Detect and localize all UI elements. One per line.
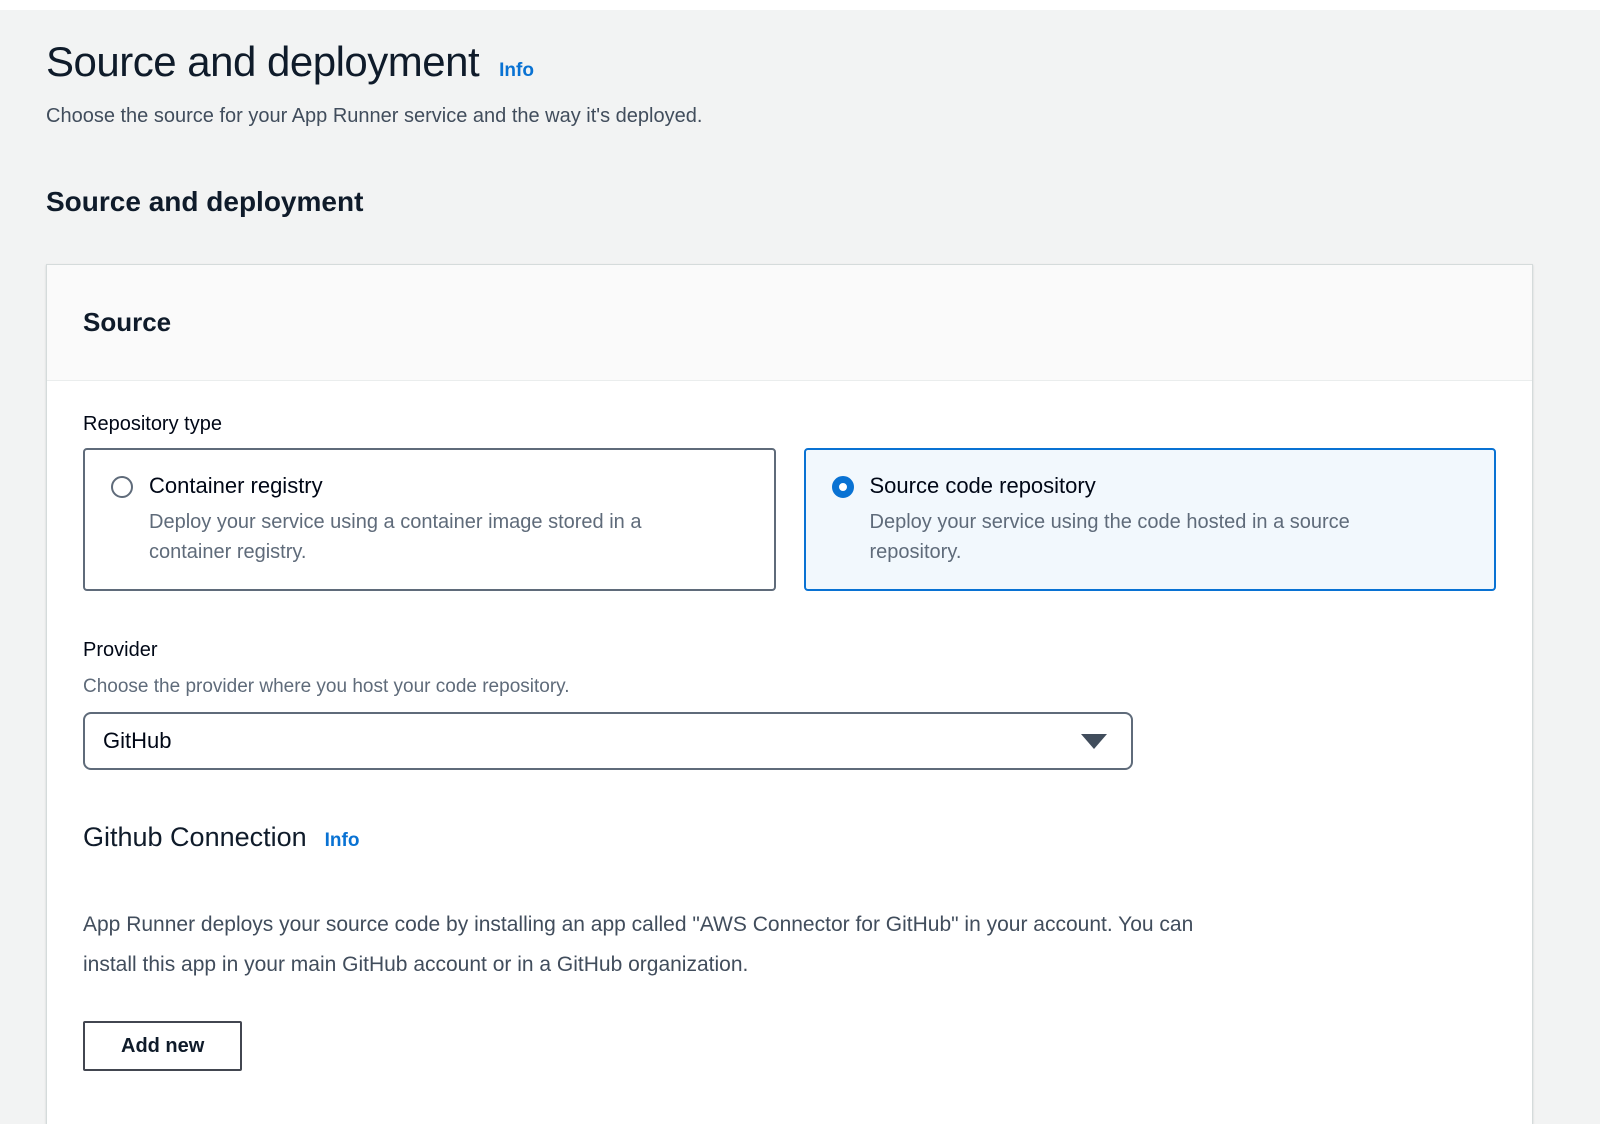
tile-label: Container registry [149,472,724,500]
tile-container-registry[interactable]: Container registry Deploy your service u… [83,448,776,591]
page-title-row: Source and deployment Info [46,10,1533,86]
provider-description: Choose the provider where you host your … [83,674,1496,700]
github-connection-description-line2: install this app in your main GitHub acc… [83,953,748,976]
provider-label: Provider [83,639,1496,662]
section-heading: Source and deployment [46,186,1533,218]
source-panel-header: Source [47,265,1532,381]
github-connection-description: App Runner deploys your source code by i… [83,905,1473,985]
source-panel: Source Repository type Container registr… [46,264,1533,1124]
tile-source-code-repository[interactable]: Source code repository Deploy your servi… [804,448,1497,591]
page: Source and deployment Info Choose the so… [0,0,1600,1124]
github-connection-heading-row: Github Connection Info [83,822,1496,853]
tile-texts: Source code repository Deploy your servi… [870,472,1445,567]
caret-down-icon [1081,734,1107,749]
page-title-info-link[interactable]: Info [499,60,534,82]
top-strip [0,0,1600,10]
provider-select[interactable]: GitHub [83,712,1133,770]
source-panel-title: Source [83,307,1496,338]
page-subtitle: Choose the source for your App Runner se… [46,102,1533,130]
main-content: Source and deployment Info Choose the so… [0,10,1600,1124]
radio-selected-icon[interactable] [832,476,854,498]
radio-unselected-icon[interactable] [111,476,133,498]
github-connection-heading: Github Connection [83,822,307,853]
tile-texts: Container registry Deploy your service u… [149,472,724,567]
github-connection-info-link[interactable]: Info [325,830,360,852]
tile-description: Deploy your service using the code hoste… [870,507,1445,567]
tile-label: Source code repository [870,472,1445,500]
add-new-button[interactable]: Add new [83,1021,242,1071]
provider-select-value: GitHub [103,728,171,754]
github-connection-description-line1: App Runner deploys your source code by i… [83,913,1193,936]
page-title: Source and deployment [46,38,479,86]
repository-type-tile-group: Container registry Deploy your service u… [83,448,1496,591]
repository-type-label: Repository type [83,413,1496,436]
source-panel-body: Repository type Container registry Deplo… [47,381,1532,1119]
tile-description: Deploy your service using a container im… [149,507,724,567]
